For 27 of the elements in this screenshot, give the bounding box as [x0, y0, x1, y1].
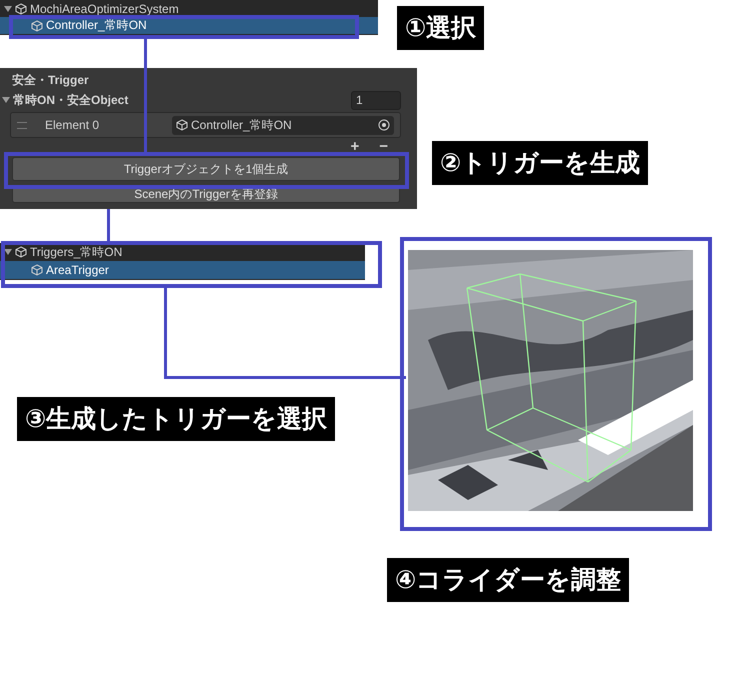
cube-icon — [15, 2, 27, 14]
element-label: Element 0 — [45, 118, 100, 132]
object-field[interactable]: Controller_常時ON — [172, 116, 394, 134]
action-button[interactable]: Triggerオブジェクトを1個生成 — [12, 157, 400, 181]
drag-handle-icon[interactable] — [17, 122, 27, 128]
hierarchy-row[interactable]: Triggers_常時ON — [0, 243, 365, 261]
hierarchy-row[interactable]: AreaTrigger — [0, 261, 365, 279]
expand-arrow-icon[interactable] — [4, 248, 12, 256]
step-label: ②トリガーを生成 — [432, 141, 648, 185]
step-label: ①選択 — [397, 6, 484, 50]
cube-icon — [176, 119, 188, 131]
expand-arrow-icon[interactable] — [2, 96, 10, 104]
step-label: ③生成したトリガーを選択 — [17, 397, 336, 441]
step-label: ④コライダーを調整 — [387, 558, 630, 602]
cube-icon — [15, 246, 27, 258]
cube-icon — [31, 20, 43, 32]
box-collider-wireframe[interactable] — [466, 273, 637, 483]
target-icon[interactable] — [378, 119, 390, 131]
connector-line — [107, 209, 110, 241]
list-label: 常時ON・安全Object — [13, 92, 128, 108]
remove-button[interactable]: − — [376, 138, 391, 155]
list-size-field[interactable]: 1 — [351, 90, 401, 110]
expand-arrow-icon[interactable] — [4, 4, 12, 12]
cube-icon — [31, 264, 43, 276]
add-button[interactable]: + — [347, 138, 362, 155]
section-heading: 安全・Trigger — [11, 72, 90, 89]
hierarchy-row[interactable]: MochiAreaOptimizerSystem — [0, 0, 378, 17]
